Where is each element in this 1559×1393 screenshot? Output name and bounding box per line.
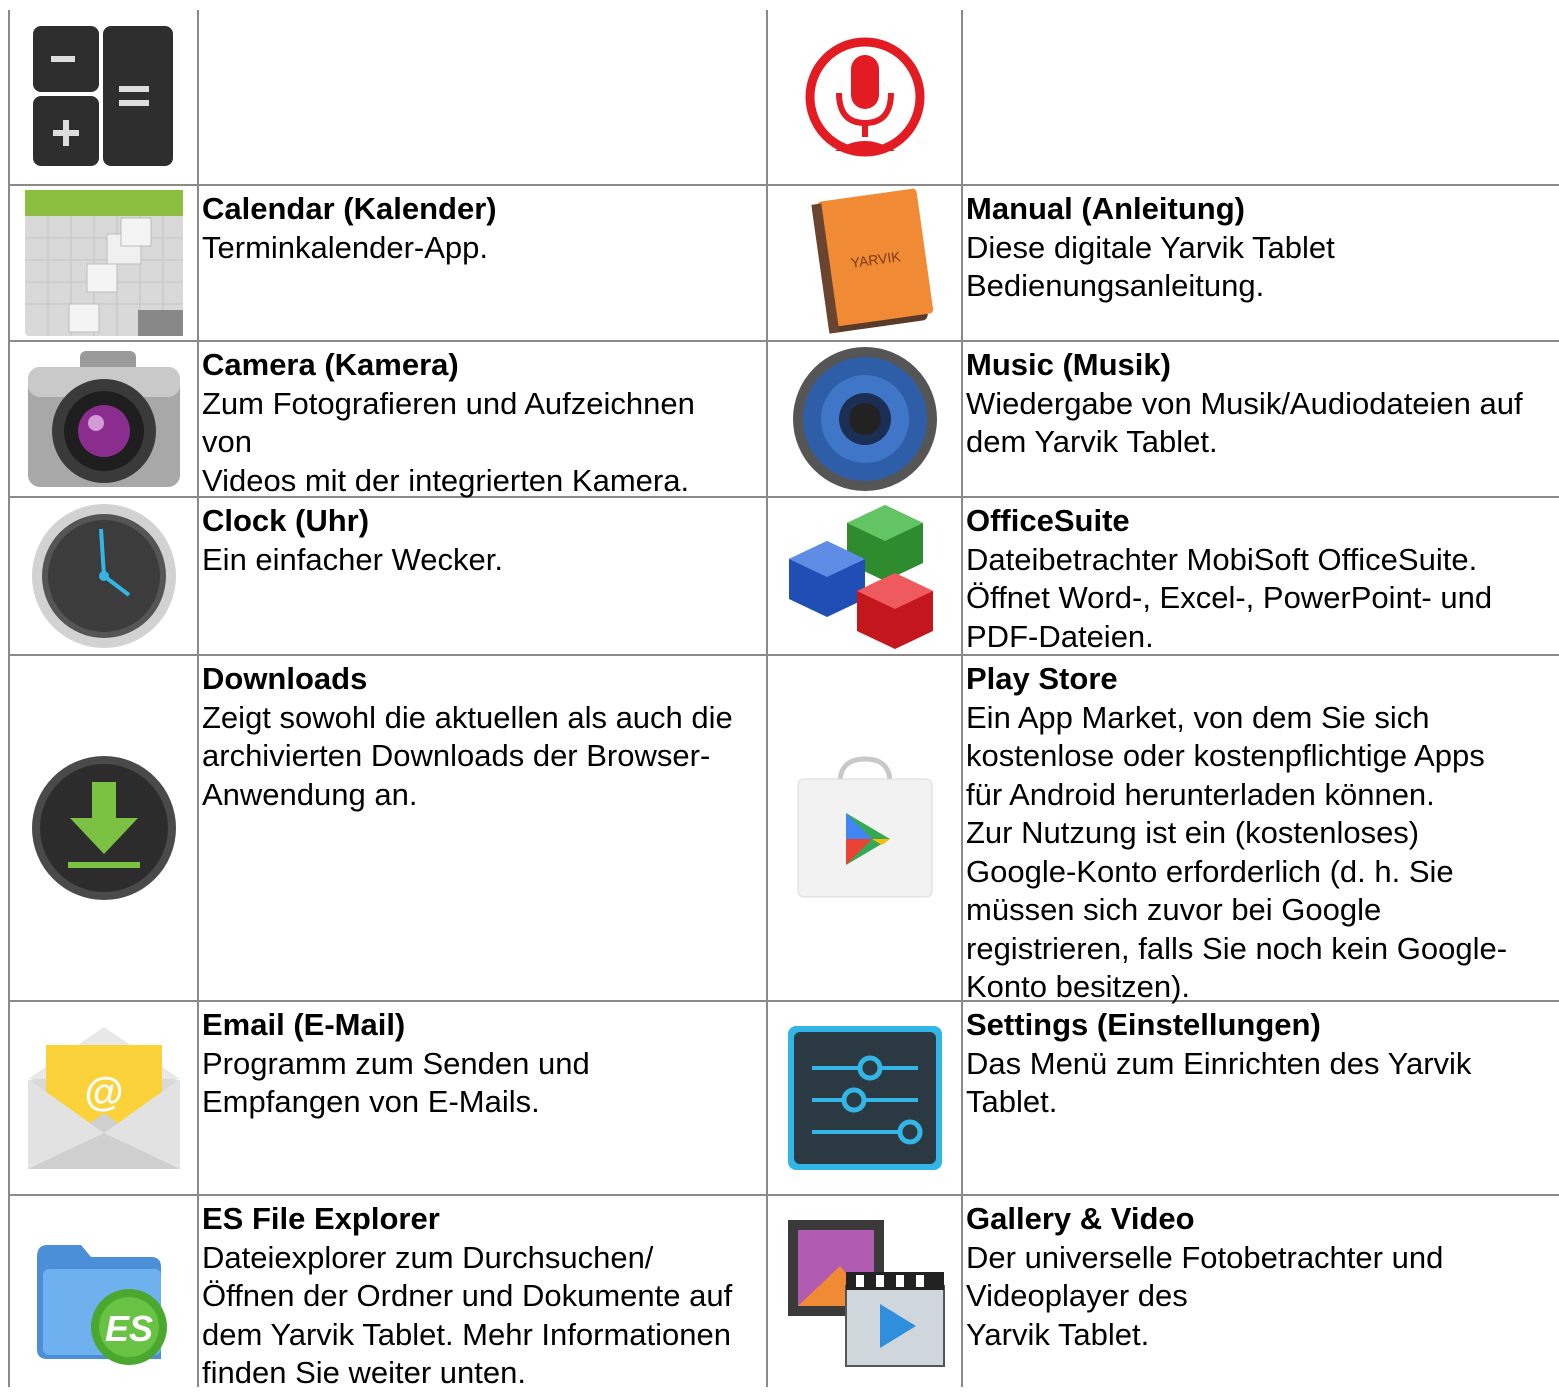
description-line: dem Yarvik Tablet. Mehr Informationen [202,1316,731,1352]
es-file-explorer-description: ES File Explorer Dateiexplorer zum Durch… [202,1200,762,1393]
description-line: Programm zum Senden und [202,1045,590,1081]
clock-description: Clock (Uhr) Ein einfacher Wecker. [202,502,762,579]
officesuite-description: OfficeSuite Dateibetrachter MobiSoft Off… [966,502,1556,656]
calendar-description: Calendar (Kalender) Terminkalender-App. [202,190,762,267]
manual-book-icon: YARVIK [768,186,961,340]
app-title: Gallery & Video [966,1201,1195,1236]
description-line: Diese digitale Yarvik Tablet [966,229,1335,265]
app-title: OfficeSuite [966,503,1130,538]
description-line: Yarvik Tablet. [966,1316,1150,1352]
description-line: Zur Nutzung ist ein (kostenloses) [966,815,1420,850]
app-title: Music (Musik) [966,347,1171,382]
music-description: Music (Musik) Wiedergabe von Musik/Audio… [966,346,1556,462]
description-line: PDF-Dateien. [966,618,1154,654]
app-title: ES File Explorer [202,1201,440,1236]
description-line: Anwendung an. [202,776,418,812]
app-title: Calendar (Kalender) [202,191,497,226]
calendar-icon [10,186,197,340]
description-line: Videoplayer des [966,1278,1188,1313]
settings-description: Settings (Einstellungen) Das Menü zum Ei… [966,1006,1556,1122]
description-line: Das Menü zum Einrichten des Yarvik [966,1045,1472,1081]
downloads-icon [10,656,197,1000]
description-line: für Android herunterladen können. [966,776,1435,812]
app-title: Clock (Uhr) [202,503,370,538]
description-line: Konto besitzen). [966,969,1191,1004]
description-line: Dateibetrachter MobiSoft OfficeSuite. [966,541,1478,577]
description-line: Zum Fotografieren und Aufzeichnen [202,385,695,421]
description-line: Der universelle Fotobetrachter und [966,1239,1444,1275]
gallery-video-icon [768,1196,961,1387]
description-line: registrieren, falls Sie noch kein Google… [966,930,1508,966]
app-title: Downloads [202,661,368,696]
svg-text:@: @ [84,1070,123,1114]
description-line: müssen sich zuvor bei Google [966,892,1382,927]
description-line: Wiedergabe von Musik/Audiodateien auf [966,385,1523,421]
manual-description: Manual (Anleitung) Diese digitale Yarvik… [966,190,1556,306]
camera-description: Camera (Kamera) Zum Fotografieren und Au… [202,346,762,500]
play-store-icon [768,656,961,1000]
app-title: Play Store [966,661,1118,696]
description-line: Empfangen von E-Mails. [202,1084,540,1119]
app-table: Calendar (Kalender) Terminkalender-App. … [0,0,1559,1390]
description-line: Bedienungsanleitung. [966,268,1265,303]
es-logo-text: ES [104,1308,152,1349]
camera-icon [10,342,197,496]
officesuite-cubes-icon [768,498,961,654]
music-speaker-icon [768,342,961,496]
app-title: Email (E-Mail) [202,1007,406,1042]
gallery-video-description: Gallery & Video Der universelle Fotobetr… [966,1200,1556,1354]
app-title: Camera (Kamera) [202,347,459,382]
description-line: Videos mit der integrierten Kamera. [202,462,690,498]
description-line: Google-Konto erforderlich (d. h. Sie [966,853,1454,889]
table-divider-1 [197,10,199,1387]
es-file-explorer-icon: ES [10,1196,197,1387]
description-line: kostenlose oder kostenpflichtige Apps [966,738,1485,773]
table-divider-3 [961,10,963,1387]
description-line: Ein einfacher Wecker. [202,541,503,577]
description-line: von [202,424,252,459]
email-description: Email (E-Mail) Programm zum Senden und E… [202,1006,762,1122]
description-line: Öffnet Word-, Excel-, PowerPoint- und [966,580,1493,615]
clock-icon [10,498,197,654]
description-line: Terminkalender-App. [202,229,489,265]
description-line: Öffnen der Ordner und Dokumente auf [202,1278,733,1313]
settings-sliders-icon [768,1002,961,1194]
app-title: Manual (Anleitung) [966,191,1245,226]
play-store-description: Play Store Ein App Market, von dem Sie s… [966,660,1556,1007]
email-icon: @ [10,1002,197,1194]
description-line: Dateiexplorer zum Durchsuchen/ [202,1239,654,1275]
voice-search-icon [768,10,961,184]
description-line: Zeigt sowohl die aktuellen als auch die [202,699,733,735]
calculator-icon [10,10,197,184]
description-line: Ein App Market, von dem Sie sich [966,699,1430,735]
app-title: Settings (Einstellungen) [966,1007,1321,1042]
description-line: archivierten Downloads der Browser- [202,738,711,773]
description-line: dem Yarvik Tablet. [966,424,1218,459]
downloads-description: Downloads Zeigt sowohl die aktuellen als… [202,660,762,814]
description-line: Tablet. [966,1084,1058,1119]
